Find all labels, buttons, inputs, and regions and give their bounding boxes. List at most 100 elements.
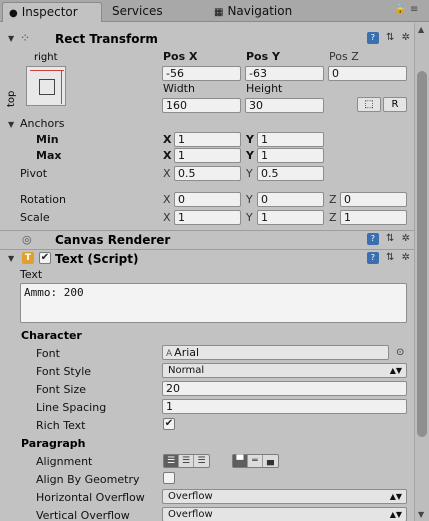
tab-navigation[interactable]: ▦ Navigation bbox=[208, 2, 328, 22]
help-book-icon[interactable]: ? bbox=[366, 252, 379, 264]
help-book-icon[interactable]: ? bbox=[366, 32, 379, 44]
horizontal-alignment-group: ☰ ☰ ☰ bbox=[163, 454, 210, 468]
scale-label: Scale bbox=[20, 211, 50, 224]
line-spacing-field[interactable]: 1 bbox=[162, 399, 407, 414]
min-y-label: Y bbox=[246, 133, 254, 146]
blueprint-mode-button[interactable]: ⬚ bbox=[357, 97, 381, 112]
font-size-label: Font Size bbox=[36, 383, 87, 396]
height-label: Height bbox=[246, 82, 283, 95]
lock-icon[interactable]: 🔒 bbox=[394, 4, 406, 15]
rect-transform-header[interactable]: ▼ ⁘ Rect Transform ? ⇅ ✲ bbox=[0, 30, 414, 49]
text-component-icon: T bbox=[22, 252, 34, 264]
component-title: Canvas Renderer bbox=[55, 233, 171, 247]
vertical-overflow-dropdown[interactable]: Overflow ▲▼ bbox=[162, 507, 407, 521]
anchors-label: Anchors bbox=[20, 117, 65, 130]
scale-z-field[interactable]: 1 bbox=[340, 210, 407, 225]
rotation-z-label: Z bbox=[329, 193, 337, 206]
vertical-overflow-label: Vertical Overflow bbox=[36, 509, 130, 521]
align-center-button[interactable]: ☰ bbox=[179, 455, 194, 467]
pivot-x-field[interactable]: 0.5 bbox=[174, 166, 241, 181]
pivot-label: Pivot bbox=[20, 167, 48, 180]
pos-z-label: Pos Z bbox=[329, 50, 359, 63]
scale-x-field[interactable]: 1 bbox=[174, 210, 241, 225]
raw-edit-button[interactable]: R bbox=[383, 97, 407, 112]
align-by-geometry-label: Align By Geometry bbox=[36, 473, 140, 486]
preset-icon[interactable]: ⇅ bbox=[386, 233, 394, 244]
scroll-up-icon[interactable]: ▲ bbox=[418, 25, 424, 34]
pivot-x-label: X bbox=[163, 167, 171, 180]
rotation-y-field[interactable]: 0 bbox=[257, 192, 324, 207]
scroll-down-icon[interactable]: ▼ bbox=[418, 510, 424, 519]
min-x-label: X bbox=[163, 133, 172, 146]
help-book-icon[interactable]: ? bbox=[366, 233, 379, 245]
anchor-h-label: right bbox=[34, 52, 58, 63]
gear-icon[interactable]: ✲ bbox=[402, 32, 410, 43]
font-size-field[interactable]: 20 bbox=[162, 381, 407, 396]
tab-inspector[interactable]: ● Inspector bbox=[2, 2, 102, 22]
align-top-button[interactable]: ▀ bbox=[233, 455, 248, 467]
text-label: Text bbox=[20, 268, 43, 281]
component-enabled-checkbox[interactable]: ✔ bbox=[39, 252, 51, 264]
pos-y-field[interactable]: -63 bbox=[245, 66, 324, 81]
tab-services[interactable]: Services bbox=[106, 2, 196, 22]
text-script-header[interactable]: ▼ T ✔ Text (Script) ? ⇅ ✲ bbox=[0, 249, 414, 268]
pos-z-field[interactable]: 0 bbox=[328, 66, 407, 81]
anchor-min-x-field[interactable]: 1 bbox=[174, 132, 241, 147]
alignment-label: Alignment bbox=[36, 455, 93, 468]
canvas-renderer-header[interactable]: ◎ Canvas Renderer ? ⇅ ✲ bbox=[0, 230, 414, 249]
vertical-alignment-group: ▀ ═ ▄ bbox=[232, 454, 279, 468]
rich-text-checkbox[interactable]: ✔ bbox=[163, 418, 175, 430]
align-right-button[interactable]: ☰ bbox=[194, 455, 209, 467]
horizontal-overflow-dropdown[interactable]: Overflow ▲▼ bbox=[162, 489, 407, 504]
navigation-icon: ▦ bbox=[214, 7, 224, 18]
preset-icon[interactable]: ⇅ bbox=[386, 32, 394, 43]
width-field[interactable]: 160 bbox=[162, 98, 241, 113]
rich-text-label: Rich Text bbox=[36, 419, 86, 432]
rotation-y-label: Y bbox=[246, 193, 253, 206]
rotation-label: Rotation bbox=[20, 193, 67, 206]
anchor-rect bbox=[39, 79, 55, 95]
anchor-max-x-field[interactable]: 1 bbox=[174, 148, 241, 163]
align-bottom-button[interactable]: ▄ bbox=[263, 455, 278, 467]
rotation-x-field[interactable]: 0 bbox=[174, 192, 241, 207]
component-title: Rect Transform bbox=[55, 32, 158, 46]
pivot-y-field[interactable]: 0.5 bbox=[257, 166, 324, 181]
anchors-foldout-icon[interactable]: ▼ bbox=[8, 120, 14, 129]
panel-menu-icon[interactable]: ≡ bbox=[410, 4, 418, 15]
rotation-z-field[interactable]: 0 bbox=[340, 192, 407, 207]
anchor-preset-button[interactable] bbox=[26, 66, 66, 106]
pos-x-field[interactable]: -56 bbox=[162, 66, 241, 81]
dropdown-arrow-icon: ▲▼ bbox=[389, 492, 402, 501]
pivot-y-label: Y bbox=[246, 167, 253, 180]
font-field[interactable]: A Arial bbox=[162, 345, 389, 360]
font-asset-icon: A bbox=[166, 349, 173, 359]
vertical-scrollbar[interactable]: ▲ ▼ bbox=[414, 23, 429, 521]
pos-x-label: Pos X bbox=[163, 50, 198, 63]
foldout-arrow-icon[interactable]: ▼ bbox=[8, 34, 14, 43]
scrollbar-thumb[interactable] bbox=[417, 71, 427, 437]
text-content-area[interactable]: Ammo: 200 bbox=[20, 283, 407, 323]
height-field[interactable]: 30 bbox=[245, 98, 324, 113]
align-middle-button[interactable]: ═ bbox=[248, 455, 263, 467]
font-style-dropdown[interactable]: Normal ▲▼ bbox=[162, 363, 407, 378]
dropdown-arrow-icon: ▲▼ bbox=[389, 366, 402, 375]
preset-icon[interactable]: ⇅ bbox=[386, 252, 394, 263]
align-left-button[interactable]: ☰ bbox=[164, 455, 179, 467]
scale-y-field[interactable]: 1 bbox=[257, 210, 324, 225]
gear-icon[interactable]: ✲ bbox=[402, 233, 410, 244]
font-style-label: Font Style bbox=[36, 365, 92, 378]
scale-z-label: Z bbox=[329, 211, 337, 224]
foldout-arrow-icon[interactable]: ▼ bbox=[8, 254, 14, 263]
line-spacing-label: Line Spacing bbox=[36, 401, 107, 414]
character-section-label: Character bbox=[21, 329, 82, 342]
paragraph-section-label: Paragraph bbox=[21, 437, 86, 450]
anchor-max-y-field[interactable]: 1 bbox=[257, 148, 324, 163]
anchor-min-y-field[interactable]: 1 bbox=[257, 132, 324, 147]
gear-icon[interactable]: ✲ bbox=[402, 252, 410, 263]
tab-bar: ● Inspector Services ▦ Navigation 🔒 ≡ bbox=[0, 0, 429, 22]
pos-y-label: Pos Y bbox=[246, 50, 280, 63]
align-by-geometry-checkbox[interactable] bbox=[163, 472, 175, 484]
component-title: Text (Script) bbox=[55, 252, 139, 266]
object-picker-icon[interactable]: ⊙ bbox=[396, 347, 404, 358]
scale-x-label: X bbox=[163, 211, 171, 224]
